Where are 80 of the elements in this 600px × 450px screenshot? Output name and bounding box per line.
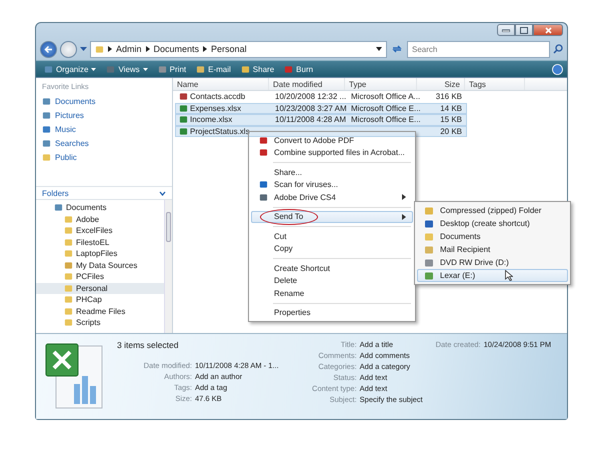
folder-tree-item[interactable]: My Data Sources (36, 260, 164, 271)
maximize-icon (520, 26, 528, 34)
chevron-icon (146, 46, 150, 52)
highlight-ellipse (260, 208, 318, 224)
breadcrumb[interactable]: Personal (211, 44, 247, 54)
menu-item[interactable]: Compressed (zipped) Folder (417, 204, 568, 217)
dropdown-arrow-icon[interactable] (376, 47, 382, 51)
submenu-arrow-icon (402, 194, 406, 200)
file-name: Expenses.xlsx (176, 104, 272, 113)
favorite-link[interactable]: Pictures (42, 110, 166, 121)
folder-tree-item[interactable]: LaptopFiles (36, 248, 164, 260)
arrow-left-icon (44, 44, 53, 54)
favorite-link[interactable]: Searches (42, 138, 166, 149)
chevron-down-icon (159, 190, 166, 196)
folder-tree-item[interactable]: Readme Files (36, 306, 164, 317)
minimize-button[interactable] (497, 24, 515, 36)
toolbar-button[interactable]: Print (154, 62, 190, 76)
folder-tree-item[interactable]: FilestoEL (36, 236, 164, 248)
menu-item[interactable]: Adobe Drive CS4 (251, 191, 413, 204)
toolbar-button[interactable]: Views (102, 62, 152, 76)
menu-item[interactable]: Desktop (create shortcut) (417, 217, 568, 230)
folder-tree-item[interactable]: ExcelFiles (36, 225, 164, 236)
menu-item[interactable]: Create Shortcut (251, 262, 413, 274)
mouse-cursor-icon (505, 270, 514, 281)
folder-tree-item[interactable]: Personal (36, 282, 164, 294)
menu-item[interactable]: Documents (417, 230, 568, 243)
menu-item[interactable]: Properties (251, 306, 413, 319)
dropdown-arrow-icon (91, 68, 96, 70)
dropdown-arrow-icon (142, 68, 148, 70)
submenu-arrow-icon (402, 214, 406, 220)
column-header[interactable]: Date modified (269, 78, 345, 90)
toolbar-button[interactable]: Burn (280, 62, 318, 76)
search-field[interactable]: Search (407, 40, 550, 58)
menu-item[interactable]: Convert to Adobe PDF (251, 134, 413, 146)
column-header[interactable]: Type (345, 78, 417, 90)
scrollbar[interactable] (164, 200, 172, 333)
file-row[interactable]: Income.xlsx 10/11/2008 4:28 AM Microsoft Office E... 15 KB (175, 114, 467, 126)
menu-item[interactable]: Combine supported files in Acrobat... (251, 146, 413, 159)
toolbar-button[interactable]: E-mail (192, 62, 235, 76)
menu-item[interactable]: Send To (251, 210, 413, 223)
file-row[interactable]: Expenses.xlsx 10/23/2008 3:27 AM Microsoft Office E... 14 KB (175, 102, 467, 114)
file-row[interactable]: Contacts.accdb 10/20/2008 12:32 ... Microsoft Office A... 316 KB (175, 91, 467, 102)
favorite-link[interactable]: Documents (42, 96, 166, 107)
menu-item[interactable]: Scan for viruses... (251, 178, 413, 191)
chevron-icon (108, 46, 112, 52)
menu-item[interactable]: Cut (251, 230, 413, 242)
file-name: Income.xlsx (176, 115, 272, 124)
menu-item[interactable]: Copy (251, 242, 413, 255)
folder-tree-item[interactable]: PCFiles (36, 271, 164, 282)
breadcrumb[interactable]: Documents (154, 44, 200, 54)
folder-tree-item[interactable]: PHCap (36, 294, 164, 306)
menu-item[interactable]: Lexar (E:) (417, 269, 568, 282)
menu-item[interactable]: DVD RW Drive (D:) (417, 256, 568, 269)
folders-header[interactable]: Folders (36, 186, 172, 200)
selection-summary: 3 items selected (116, 340, 180, 350)
maximize-button[interactable] (515, 24, 533, 36)
minimize-icon (502, 28, 510, 32)
favorite-link[interactable]: Music (42, 124, 166, 135)
search-icon[interactable] (553, 44, 563, 54)
menu-item[interactable]: Mail Recipient (417, 243, 568, 256)
toolbar-button[interactable]: Share (236, 62, 278, 76)
menu-item[interactable]: Share... (251, 166, 413, 178)
column-header[interactable]: Name (173, 78, 269, 90)
address-bar[interactable]: Admin Documents Personal (90, 40, 387, 58)
folder-tree-item[interactable]: Documents (36, 202, 164, 214)
column-header[interactable]: Size (417, 78, 465, 90)
back-button[interactable] (40, 40, 57, 58)
folder-tree-item[interactable]: Adobe (36, 214, 164, 225)
toolbar-button[interactable]: Organize (40, 62, 100, 76)
folder-tree-item[interactable]: Scripts (36, 317, 164, 328)
file-name: Contacts.accdb (176, 92, 272, 102)
forward-button[interactable] (60, 40, 77, 58)
column-header[interactable]: Tags (465, 78, 525, 90)
favorite-link[interactable]: Public (42, 152, 166, 163)
close-icon (544, 26, 552, 34)
menu-item[interactable]: Rename (251, 287, 413, 300)
chevron-icon (203, 46, 208, 52)
close-button[interactable] (533, 24, 563, 36)
breadcrumb[interactable]: Admin (116, 44, 142, 54)
menu-item[interactable]: Delete (251, 274, 413, 287)
